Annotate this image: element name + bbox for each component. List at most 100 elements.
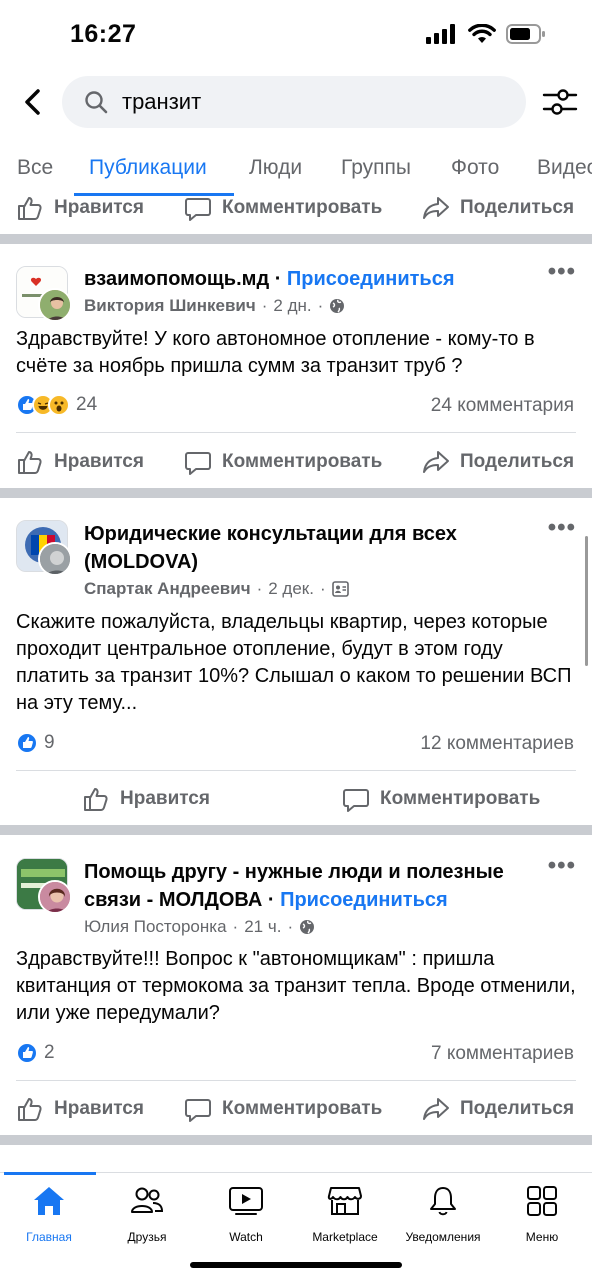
bell-icon xyxy=(430,1187,456,1216)
feed-divider xyxy=(0,1135,592,1145)
share-arrow-icon xyxy=(423,1098,449,1120)
home-icon xyxy=(34,1187,64,1215)
person-photo-icon xyxy=(40,882,70,912)
wifi-icon xyxy=(468,24,496,43)
more-options-icon[interactable]: ••• xyxy=(548,514,576,542)
comment-bubble-icon xyxy=(185,452,211,475)
nav-menu[interactable]: Меню xyxy=(494,1185,590,1244)
filter-sliders-icon[interactable] xyxy=(542,84,578,120)
nav-label: Меню xyxy=(525,1230,559,1244)
globe-icon xyxy=(330,299,345,313)
post-meta: Виктория Шинкевич · 2 дн. · xyxy=(84,296,345,316)
comment-button[interactable]: Комментировать xyxy=(184,186,382,230)
nav-friends[interactable]: Друзья xyxy=(99,1185,195,1244)
group-name[interactable]: Юридические консультации для всех (MOLDO… xyxy=(84,520,564,576)
like-label: Нравится xyxy=(54,451,144,472)
share-button[interactable]: Поделиться xyxy=(422,440,574,484)
like-button[interactable]: Нравится xyxy=(16,186,144,230)
post-actions-previous: Нравится Комментировать Поделиться xyxy=(0,186,592,230)
tab-photos[interactable]: Фото xyxy=(451,156,499,180)
watch-icon xyxy=(229,1187,263,1215)
tab-all[interactable]: Все xyxy=(17,156,53,180)
comment-button[interactable]: Комментировать xyxy=(184,1087,382,1131)
nav-marketplace[interactable]: Marketplace xyxy=(297,1185,393,1244)
comment-button[interactable]: Комментировать xyxy=(342,777,540,821)
author-avatar[interactable] xyxy=(38,288,72,322)
meta-dot: · xyxy=(256,579,263,598)
reactions-summary[interactable]: 2 xyxy=(16,1042,55,1064)
battery-icon xyxy=(506,24,545,44)
search-query: транзит xyxy=(122,89,202,114)
scrollbar[interactable] xyxy=(585,536,588,666)
thumbs-up-icon xyxy=(84,788,108,811)
reactions-summary[interactable]: 24 xyxy=(16,394,97,416)
home-indicator xyxy=(190,1262,402,1268)
active-nav-indicator xyxy=(4,1172,96,1175)
join-group-button[interactable]: Присоединиться xyxy=(287,268,455,290)
reaction-count: 9 xyxy=(44,732,55,753)
share-button[interactable]: Поделиться xyxy=(422,186,574,230)
share-arrow-icon xyxy=(423,451,449,473)
comment-count[interactable]: 12 комментариев xyxy=(420,733,574,755)
post-author[interactable]: Виктория Шинкевич xyxy=(84,296,256,316)
back-button[interactable] xyxy=(14,82,50,122)
more-options-icon[interactable]: ••• xyxy=(548,852,576,880)
post-time[interactable]: 2 дек. xyxy=(268,579,314,599)
post-author[interactable]: Спартак Андреевич xyxy=(84,579,251,599)
chevron-left-icon xyxy=(25,89,40,115)
more-options-icon[interactable]: ••• xyxy=(548,258,576,286)
group-separator: · xyxy=(262,889,281,911)
comment-label: Комментировать xyxy=(380,788,541,809)
post-text: Скажите пожалуйста, владельцы квартир, ч… xyxy=(16,611,572,714)
feed-divider xyxy=(0,234,592,244)
comment-count[interactable]: 7 комментариев xyxy=(431,1043,574,1065)
meta-dot: · xyxy=(319,579,326,598)
post-author[interactable]: Юлия Посторонка xyxy=(84,917,227,937)
share-arrow-icon xyxy=(423,197,449,219)
tab-groups[interactable]: Группы xyxy=(341,156,411,180)
meta-dot: · xyxy=(287,917,294,936)
post-meta: Спартак Андреевич · 2 дек. · xyxy=(84,579,349,599)
feed-divider xyxy=(0,488,592,498)
menu-grid-icon xyxy=(527,1186,557,1216)
nav-home[interactable]: Главная xyxy=(1,1185,97,1244)
status-icons xyxy=(426,24,546,44)
person-photo-icon xyxy=(40,290,70,320)
like-reaction-icon xyxy=(16,1042,38,1064)
feed-divider xyxy=(0,825,592,835)
group-separator: · xyxy=(269,268,287,290)
comment-bubble-icon xyxy=(185,1099,211,1122)
meta-dot: · xyxy=(261,296,268,315)
search-input[interactable]: транзит xyxy=(62,76,526,128)
nav-label: Watch xyxy=(229,1230,263,1244)
like-button[interactable]: Нравится xyxy=(16,1087,144,1131)
post-time[interactable]: 2 дн. xyxy=(273,296,311,316)
tab-people[interactable]: Люди xyxy=(249,156,302,180)
nav-notifications[interactable]: Уведомления xyxy=(395,1185,491,1244)
share-button[interactable]: Поделиться xyxy=(422,1087,574,1131)
comment-button[interactable]: Комментировать xyxy=(184,440,382,484)
nav-watch[interactable]: Watch xyxy=(198,1185,294,1244)
join-group-button[interactable]: Присоединиться xyxy=(280,889,448,911)
post-separator-line xyxy=(16,1080,576,1081)
post-separator-line xyxy=(16,770,576,771)
wow-reaction-icon xyxy=(48,394,70,416)
share-label: Поделиться xyxy=(460,451,575,472)
comment-label: Комментировать xyxy=(222,1098,383,1119)
comment-bubble-icon xyxy=(343,789,369,812)
thumbs-up-icon xyxy=(18,1098,42,1121)
post-meta: Юлия Посторонка · 21 ч. · xyxy=(84,917,315,937)
meta-dot: · xyxy=(232,917,239,936)
like-button[interactable]: Нравится xyxy=(16,440,144,484)
reactions-summary[interactable]: 9 xyxy=(16,732,55,754)
status-time: 16:27 xyxy=(70,20,137,48)
comment-count[interactable]: 24 комментария xyxy=(431,395,574,417)
like-button[interactable]: Нравится xyxy=(82,777,210,821)
author-avatar[interactable] xyxy=(38,880,72,914)
author-avatar[interactable] xyxy=(38,542,72,576)
tab-videos[interactable]: Видео xyxy=(537,156,592,180)
tab-posts[interactable]: Публикации xyxy=(89,156,207,180)
post-time[interactable]: 21 ч. xyxy=(244,917,281,937)
globe-icon xyxy=(300,920,315,934)
group-name[interactable]: взаимопомощь.мд xyxy=(84,268,269,290)
